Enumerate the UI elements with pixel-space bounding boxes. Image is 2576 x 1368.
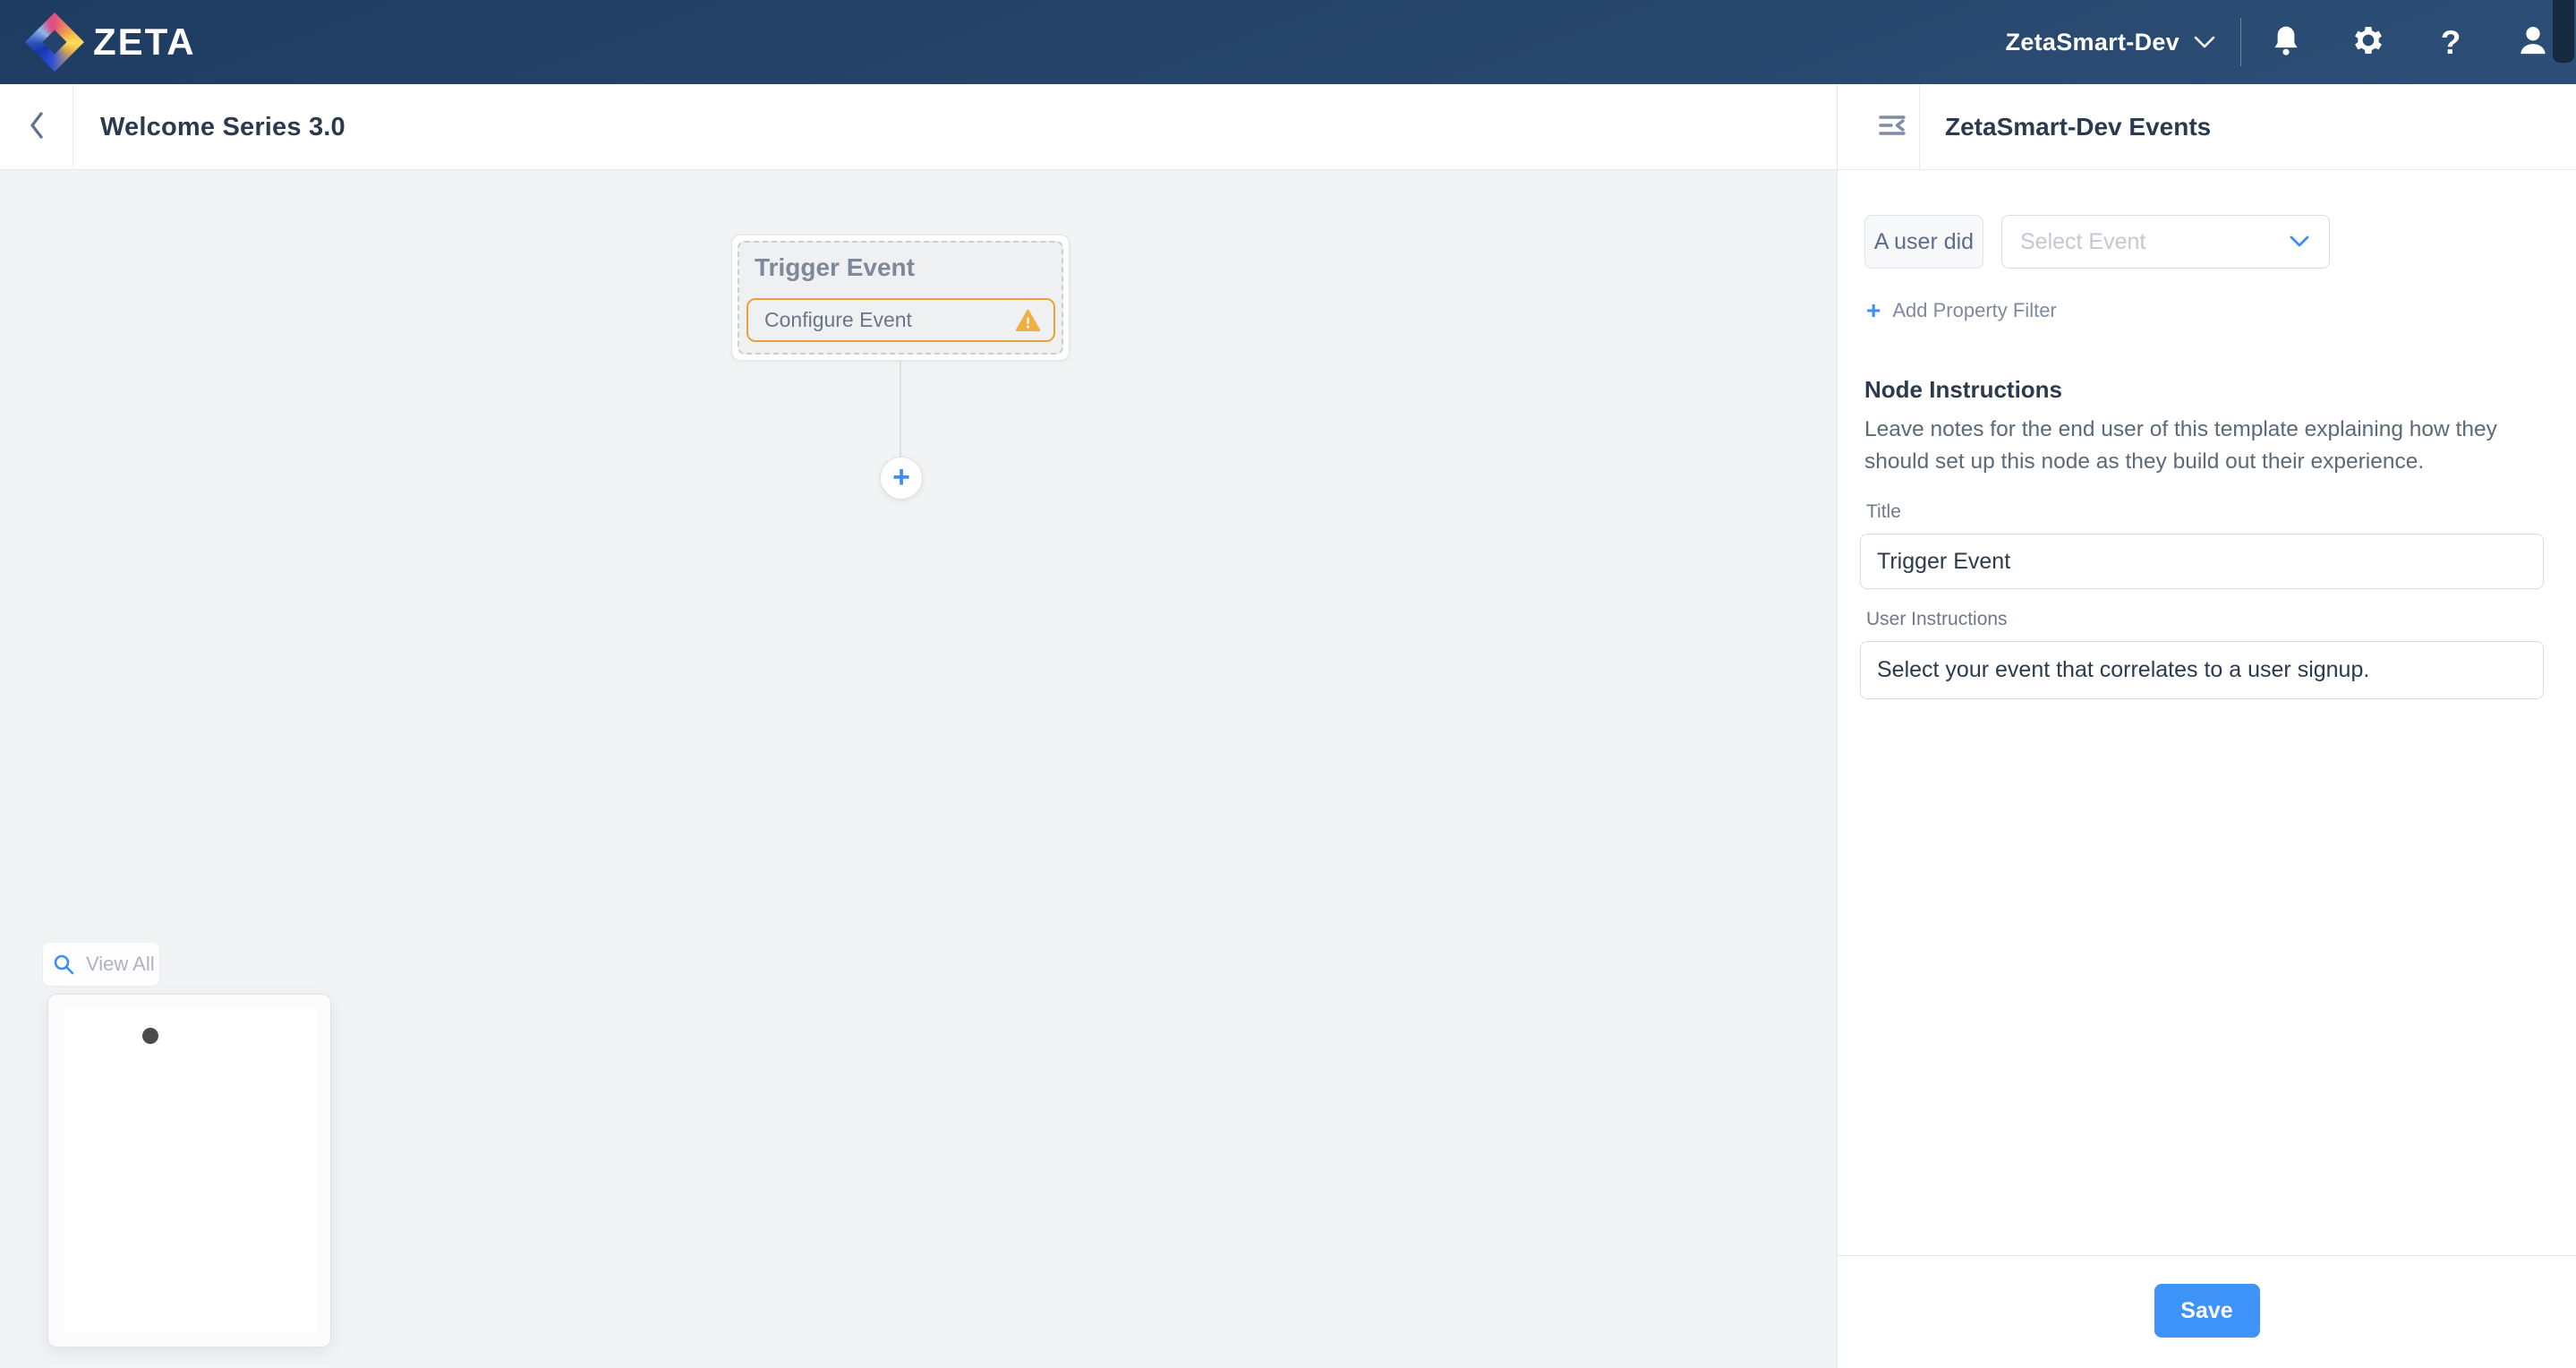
select-event-placeholder: Select Event	[2020, 229, 2145, 255]
app-window: ZETA ZetaSmart-Dev	[0, 0, 2576, 1368]
panel-footer: Save	[1838, 1255, 2576, 1368]
user-instructions-input[interactable]	[1860, 641, 2544, 699]
node-title: Trigger Event	[755, 253, 915, 282]
person-icon	[2515, 22, 2551, 63]
brand-logo[interactable]: ZETA	[93, 0, 196, 84]
add-node-button[interactable]: +	[880, 457, 923, 500]
collapse-panel-button[interactable]	[1864, 84, 1920, 170]
warning-icon	[1015, 309, 1041, 332]
add-property-filter-label: Add Property Filter	[1892, 299, 2056, 322]
minimap-viewport	[64, 1008, 317, 1333]
panel-title: ZetaSmart-Dev Events	[1945, 84, 2211, 170]
minimap-panel[interactable]	[47, 994, 331, 1347]
plus-icon: +	[892, 462, 910, 492]
add-property-filter-button[interactable]: + Add Property Filter	[1866, 297, 2057, 324]
org-switcher[interactable]: ZetaSmart-Dev	[2006, 29, 2215, 56]
zeta-logo-icon	[25, 13, 84, 72]
page-title: Welcome Series 3.0	[100, 84, 345, 170]
chip-label: A user did	[1874, 229, 1974, 255]
minimap-node-dot	[142, 1028, 158, 1044]
collapse-panel-icon	[1878, 113, 1906, 142]
back-button[interactable]	[0, 84, 73, 170]
org-name: ZetaSmart-Dev	[2006, 29, 2179, 56]
gear-icon	[2351, 23, 2385, 62]
user-instructions-field-label: User Instructions	[1866, 609, 2008, 630]
title-field-label: Title	[1866, 501, 1901, 523]
navbar-right-cluster: ZetaSmart-Dev ?	[2006, 0, 2551, 84]
a-user-did-chip[interactable]: A user did	[1864, 215, 1983, 269]
search-placeholder: View All	[86, 953, 155, 976]
node-dashed-frame: Trigger Event Configure Event	[738, 241, 1063, 355]
notifications-button[interactable]	[2268, 21, 2304, 63]
chevron-left-icon	[28, 110, 46, 145]
help-button[interactable]: ?	[2433, 21, 2469, 63]
configure-event-label: Configure Event	[764, 308, 912, 332]
scrollbar-thumb[interactable]	[2553, 0, 2574, 63]
journey-canvas[interactable]: Trigger Event Configure Event + View All	[0, 170, 1837, 1368]
bell-icon	[2270, 23, 2302, 62]
settings-button[interactable]	[2350, 21, 2386, 63]
config-panel: ZetaSmart-Dev Events A user did Select E…	[1837, 84, 2576, 1368]
account-button[interactable]	[2515, 21, 2551, 63]
configure-event-button[interactable]: Configure Event	[746, 298, 1055, 342]
node-instructions-description: Leave notes for the end user of this tem…	[1864, 414, 2520, 478]
search-icon	[52, 953, 75, 976]
navbar-icons: ?	[2268, 21, 2551, 63]
trigger-event-node[interactable]: Trigger Event Configure Event	[731, 235, 1070, 361]
top-navbar: ZETA ZetaSmart-Dev	[0, 0, 2576, 84]
node-instructions-heading: Node Instructions	[1864, 376, 2062, 404]
panel-header-divider	[1919, 84, 1920, 170]
navbar-divider	[2240, 18, 2241, 66]
plus-icon: +	[1866, 298, 1881, 323]
save-button[interactable]: Save	[2154, 1284, 2260, 1338]
node-connector-line	[900, 361, 901, 457]
question-icon: ?	[2441, 26, 2461, 59]
panel-header: ZetaSmart-Dev Events	[1838, 84, 2576, 170]
page-header: Welcome Series 3.0	[0, 84, 1837, 170]
title-input[interactable]	[1860, 534, 2544, 589]
chevron-down-icon	[2194, 36, 2215, 49]
canvas-search[interactable]: View All	[43, 943, 159, 986]
chevron-down-icon	[2290, 235, 2309, 248]
select-event-dropdown[interactable]: Select Event	[2001, 215, 2330, 269]
